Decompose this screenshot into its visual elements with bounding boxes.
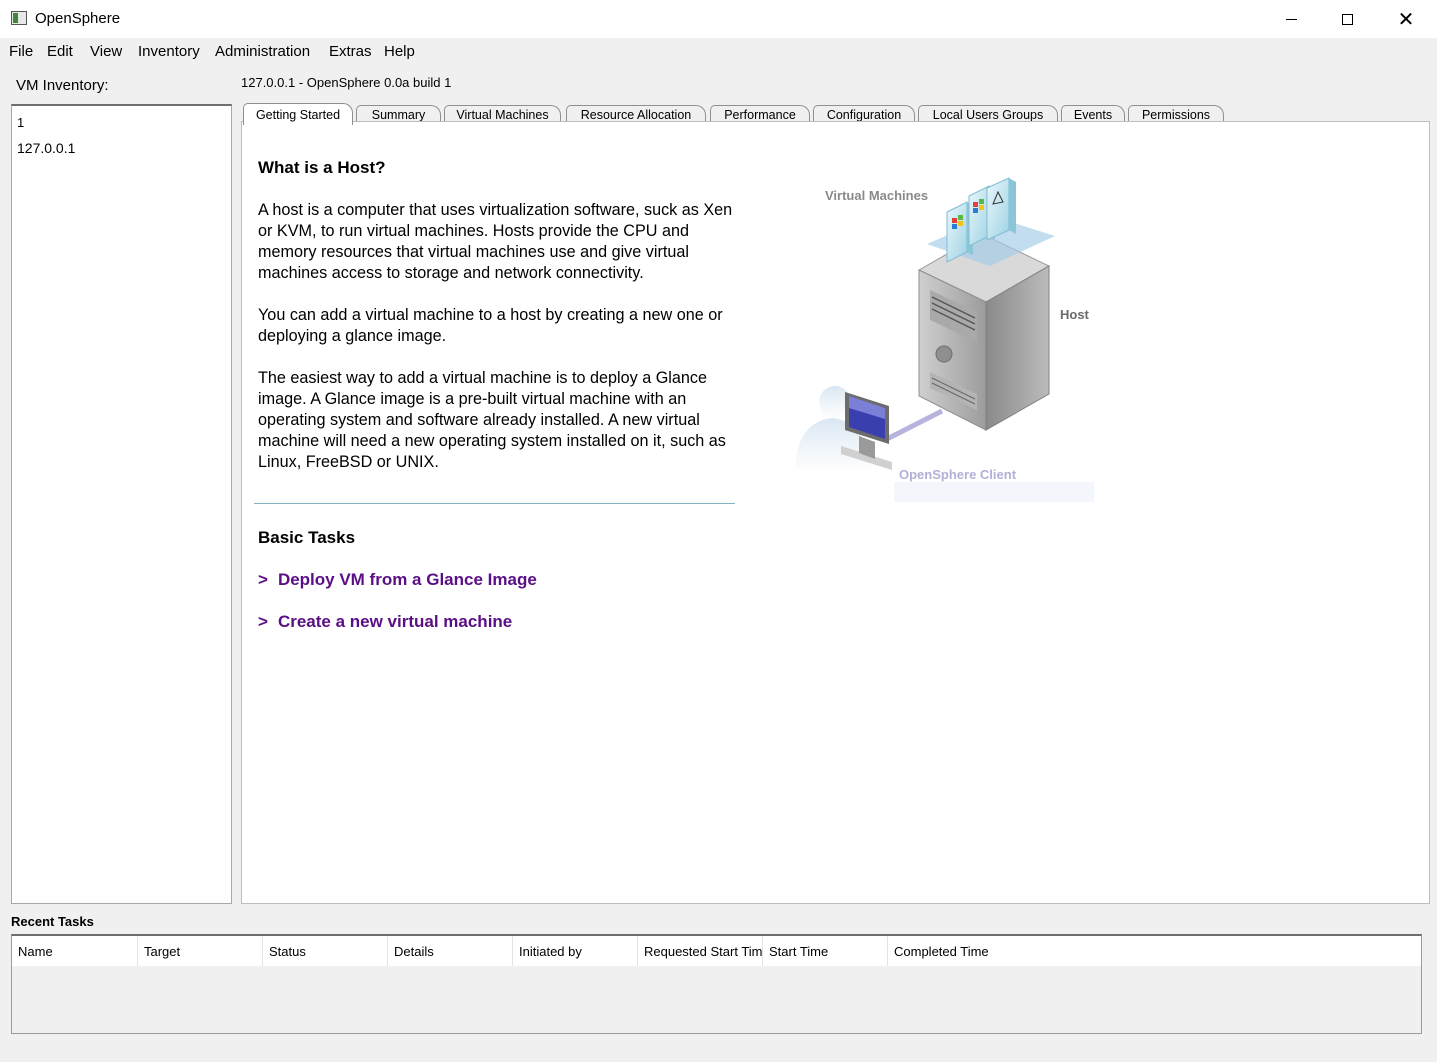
- add-vm-paragraph: You can add a virtual machine to a host …: [258, 306, 723, 345]
- column-name[interactable]: Name: [12, 936, 138, 966]
- column-details[interactable]: Details: [388, 936, 513, 966]
- link-arrow-icon: >: [258, 570, 268, 589]
- recent-tasks-table[interactable]: Name Target Status Details Initiated by …: [11, 934, 1422, 1034]
- glance-paragraph: The easiest way to add a virtual machine…: [258, 369, 726, 471]
- table-header: Name Target Status Details Initiated by …: [12, 936, 1421, 966]
- recent-tasks-label: Recent Tasks: [11, 914, 94, 929]
- close-icon: ✕: [1397, 7, 1415, 31]
- maximize-button[interactable]: [1318, 0, 1376, 38]
- tab-getting-started[interactable]: Getting Started: [243, 103, 353, 125]
- deploy-glance-link[interactable]: > Deploy VM from a Glance Image: [258, 570, 537, 590]
- host-header: 127.0.0.1 - OpenSphere 0.0a build 1: [241, 75, 452, 90]
- menu-administration[interactable]: Administration: [215, 43, 310, 60]
- app-icon: [11, 11, 27, 25]
- window-title: OpenSphere: [35, 10, 121, 27]
- column-completed-time[interactable]: Completed Time: [888, 936, 1421, 966]
- host-diagram: Virtual Machines Host OpenSphere Client: [787, 174, 1107, 514]
- vm-diagram-label: Virtual Machines: [825, 188, 928, 203]
- menu-help[interactable]: Help: [384, 43, 415, 60]
- page-title: What is a Host?: [258, 158, 386, 177]
- menu-inventory[interactable]: Inventory: [138, 43, 200, 60]
- create-vm-label: Create a new virtual machine: [277, 612, 513, 631]
- minimize-icon: [1285, 18, 1297, 20]
- inventory-tree[interactable]: 1 127.0.0.1: [11, 104, 232, 904]
- host-diagram-label: Host: [1060, 307, 1090, 322]
- intro-paragraph: A host is a computer that uses virtualiz…: [258, 201, 733, 282]
- deploy-glance-label: Deploy VM from a Glance Image: [277, 570, 537, 589]
- close-button[interactable]: ✕: [1377, 0, 1435, 38]
- menu-edit[interactable]: Edit: [47, 43, 73, 60]
- maximize-icon: [1341, 13, 1353, 25]
- create-vm-link[interactable]: > Create a new virtual machine: [258, 612, 512, 632]
- column-status[interactable]: Status: [263, 936, 388, 966]
- tree-item-host[interactable]: 127.0.0.1: [17, 140, 75, 156]
- basic-tasks-heading: Basic Tasks: [258, 528, 356, 547]
- column-target[interactable]: Target: [138, 936, 263, 966]
- getting-started-panel: What is a Host? A host is a computer tha…: [241, 121, 1430, 904]
- menu-view[interactable]: View: [90, 43, 122, 60]
- menu-bar: File Edit View Inventory Administration …: [0, 40, 1437, 64]
- section-divider: [254, 503, 735, 504]
- column-start-time[interactable]: Start Time: [763, 936, 888, 966]
- menu-extras[interactable]: Extras: [329, 43, 372, 60]
- link-arrow-icon: >: [258, 612, 268, 631]
- minimize-button[interactable]: [1262, 0, 1320, 38]
- inventory-label: VM Inventory:: [16, 77, 109, 94]
- tree-item[interactable]: 1: [17, 115, 24, 130]
- column-initiated-by[interactable]: Initiated by: [513, 936, 638, 966]
- menu-file[interactable]: File: [9, 43, 33, 60]
- column-requested-start[interactable]: Requested Start Tim: [638, 936, 763, 966]
- title-bar: OpenSphere ✕: [0, 0, 1437, 38]
- client-diagram-label: OpenSphere Client: [899, 467, 1017, 482]
